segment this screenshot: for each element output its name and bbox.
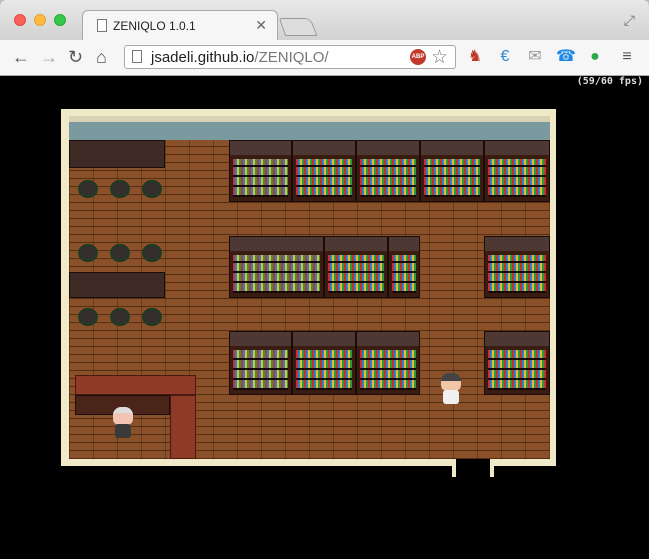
bookshelf [484, 140, 550, 202]
forward-icon[interactable]: → [40, 47, 58, 67]
home-icon[interactable]: ⌂ [96, 47, 107, 67]
bookshelf [292, 140, 356, 202]
page-icon [97, 19, 107, 32]
menu-icon[interactable]: ≡ [618, 48, 636, 66]
stool [110, 180, 130, 198]
close-icon[interactable]: ✕ [255, 17, 267, 34]
back-wall [69, 116, 550, 140]
url-text: jsadeli.github.io/ZENIQLO/ [151, 49, 329, 66]
shop-exit-door[interactable] [452, 459, 494, 477]
bookshelf [388, 236, 420, 298]
stool [78, 180, 98, 198]
extension-chair-icon[interactable]: ♞ [466, 48, 484, 66]
new-tab-button[interactable] [278, 18, 318, 36]
bookshelf [356, 140, 420, 202]
url-host: jsadeli.github.io [151, 49, 255, 66]
address-bar[interactable]: jsadeli.github.io/ZENIQLO/ ABP ☆ [124, 45, 456, 69]
adblock-icon[interactable]: ABP [410, 49, 426, 65]
stool [78, 244, 98, 262]
url-path: /ZENIQLO/ [254, 49, 329, 66]
bookshelf [420, 140, 484, 202]
fullscreen-icon[interactable]: ⤢ [624, 12, 635, 29]
extension-mail-icon[interactable]: ✉ [526, 48, 544, 66]
stool [142, 244, 162, 262]
bookshelf [229, 331, 292, 395]
minimize-window-button[interactable] [34, 14, 46, 26]
checkout-counter [75, 375, 196, 395]
checkout-counter [170, 395, 196, 459]
bookshelf [324, 236, 388, 298]
tab-title: ZENIQLO 1.0.1 [113, 19, 196, 33]
zoom-window-button[interactable] [54, 14, 66, 26]
extension-e-icon[interactable]: € [496, 48, 514, 66]
close-window-button[interactable] [14, 14, 26, 26]
bookshelf [484, 236, 550, 298]
fps-counter: (59/60 fps) [576, 76, 643, 87]
bookshelf [292, 331, 356, 395]
display-bench [69, 272, 165, 298]
extension-leaf-icon[interactable]: ● [586, 48, 604, 66]
bookshelf [356, 331, 420, 395]
stool [142, 180, 162, 198]
back-icon[interactable]: ← [12, 47, 30, 67]
extension-phone-icon[interactable]: ☎ [556, 48, 576, 66]
player-character[interactable] [438, 373, 464, 405]
reload-icon[interactable]: ↻ [68, 47, 83, 67]
bookshelf [484, 331, 550, 395]
shopkeeper-npc[interactable] [110, 407, 136, 439]
page-icon [132, 50, 142, 63]
stool [110, 244, 130, 262]
tab-strip: ZENIQLO 1.0.1 ✕ ⤢ [0, 0, 649, 41]
toolbar: ← → ↻ ⌂ jsadeli.github.io/ZENIQLO/ ABP ☆… [0, 40, 649, 76]
browser-window: ZENIQLO 1.0.1 ✕ ⤢ ← → ↻ ⌂ jsadeli.github… [0, 0, 649, 559]
display-bench [69, 140, 165, 168]
stool [142, 308, 162, 326]
tab-zeniqlo[interactable]: ZENIQLO 1.0.1 ✕ [82, 10, 278, 41]
bookmark-star-icon[interactable]: ☆ [431, 46, 448, 69]
stool [78, 308, 98, 326]
stool [110, 308, 130, 326]
bookshelf [229, 236, 324, 298]
bookshelf [229, 140, 292, 202]
